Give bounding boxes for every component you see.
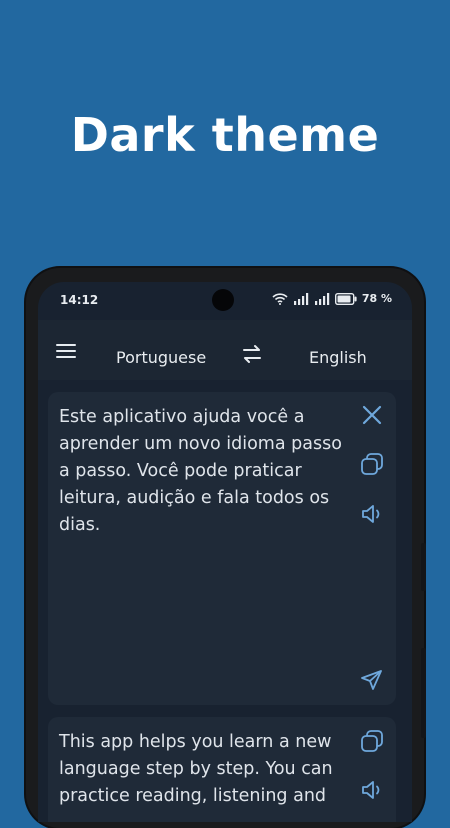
speaker-icon[interactable] [359,501,385,527]
status-bar: 14:12 78 % [38,282,412,320]
app-bar: Portuguese English [38,320,412,380]
copy-icon[interactable] [359,728,385,754]
battery-icon [334,292,357,305]
signal-icon [293,292,309,305]
translation-result-card: This app helps you learn a new language … [48,717,396,822]
status-time: 14:12 [60,293,99,307]
wifi-icon [272,292,288,305]
phone-side-button [421,543,426,591]
phone-side-button [421,648,426,738]
signal-icon [314,292,330,305]
copy-icon[interactable] [359,451,385,477]
send-icon[interactable] [359,667,385,693]
speaker-icon[interactable] [359,777,385,803]
front-camera [212,289,234,311]
battery-percentage: 78 % [361,292,392,305]
phone-screen: 14:12 78 % Portuguese English Este aplic… [38,282,412,822]
status-icons: 78 % [272,292,392,305]
source-language-selector[interactable]: Portuguese [116,348,206,367]
target-language-selector[interactable]: English [309,348,367,367]
swap-icon[interactable] [240,342,264,366]
source-text-card: Este aplicativo ajuda você a aprender um… [48,392,396,705]
close-icon[interactable] [359,402,385,428]
translation-result-text: This app helps you learn a new language … [59,732,333,806]
source-text-input[interactable]: Este aplicativo ajuda você a aprender um… [59,404,344,539]
hamburger-menu-icon[interactable] [56,344,76,360]
hero-title: Dark theme [70,108,380,162]
